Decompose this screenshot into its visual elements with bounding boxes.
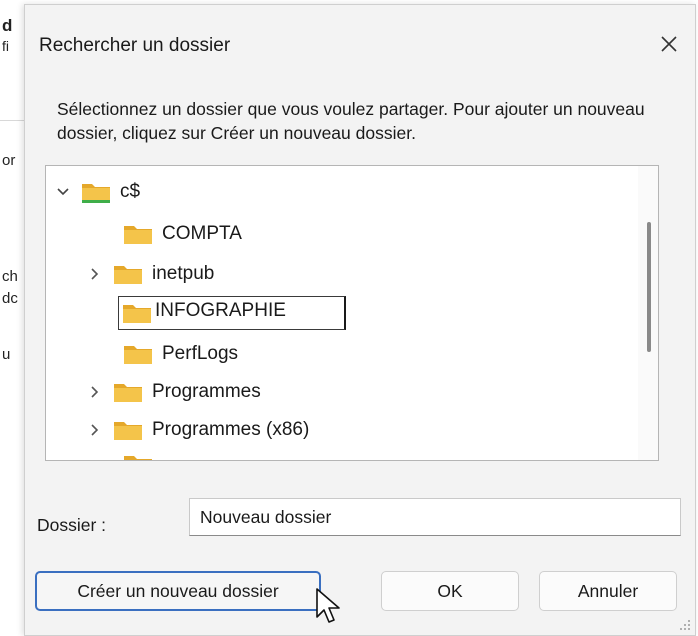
instruction-text: Sélectionnez un dossier que vous voulez … (57, 99, 645, 143)
folder-icon (121, 301, 153, 325)
close-icon (661, 36, 677, 52)
tree-item-label: inetpub (152, 263, 215, 284)
bg-text-fragment: or (2, 152, 16, 169)
folder-icon (122, 222, 154, 246)
chevron-right-icon[interactable] (88, 267, 102, 281)
tree-item-label: COMPTA (162, 223, 242, 244)
scroll-thumb[interactable] (647, 222, 651, 352)
tree-item-label: c$ (120, 181, 141, 202)
tree-item-compta[interactable]: COMPTA (122, 218, 242, 250)
ok-button[interactable]: OK (381, 571, 519, 611)
rename-edit-box[interactable]: INFOGRAPHIE (118, 296, 346, 330)
folder-icon (112, 380, 144, 404)
tree-item-inetpub[interactable]: inetpub (88, 258, 214, 290)
background-window: d fi or ch dc u (0, 0, 24, 636)
cancel-button[interactable]: Annuler (539, 571, 677, 611)
drive-folder-icon (80, 180, 112, 204)
folder-field-label: Dossier : (37, 515, 107, 535)
tree-item-label: Programmes (x86) (152, 419, 310, 440)
folder-icon (122, 342, 154, 366)
resize-grip-icon[interactable] (677, 617, 691, 631)
folder-icon (112, 262, 144, 286)
rename-text[interactable]: INFOGRAPHIE (155, 300, 286, 322)
create-new-folder-button[interactable]: Créer un nouveau dossier (35, 571, 321, 611)
browse-folder-dialog: Rechercher un dossier Sélectionnez un do… (24, 4, 696, 636)
bg-divider (0, 120, 24, 121)
tree-item-programmes[interactable]: Programmes (88, 376, 261, 408)
tree-item-root[interactable]: c$ (56, 176, 140, 208)
bg-text-fragment: u (2, 346, 11, 363)
tree-item-label: Programmes (152, 381, 261, 402)
tree-scrollbar[interactable] (638, 166, 658, 460)
chevron-right-icon[interactable] (88, 423, 102, 437)
bg-text-fragment: d (2, 16, 13, 35)
tree-item-partial[interactable] (122, 452, 154, 460)
bg-text-fragment: fi (2, 38, 9, 54)
chevron-right-icon[interactable] (88, 385, 102, 399)
tree-item-perflogs[interactable]: PerfLogs (122, 338, 238, 370)
tree-item-label: PerfLogs (162, 343, 239, 364)
folder-tree[interactable]: c$ COMPTA inetpub INFOGRAPHIE PerfLogs P… (45, 165, 659, 461)
close-button[interactable] (651, 27, 687, 61)
bg-text-fragment: dc (2, 290, 18, 307)
tree-item-programmes-x86[interactable]: Programmes (x86) (88, 414, 309, 446)
bg-text-fragment: ch (2, 268, 18, 285)
folder-name-input[interactable] (189, 498, 681, 536)
mouse-pointer-icon (316, 588, 340, 623)
folder-icon (112, 418, 144, 442)
dialog-title: Rechercher un dossier (39, 35, 231, 56)
chevron-down-icon[interactable] (56, 185, 70, 199)
